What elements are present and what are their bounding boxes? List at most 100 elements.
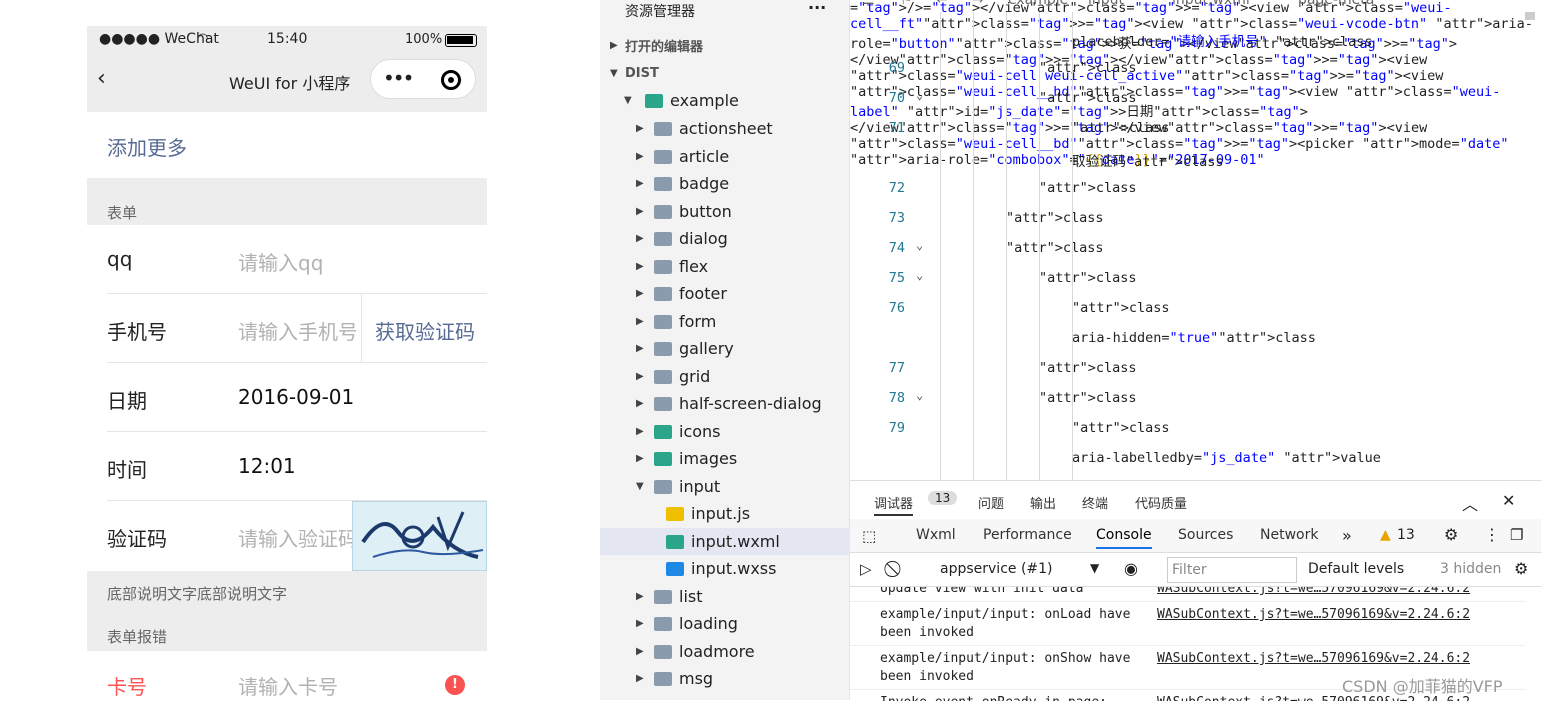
devtools-tab-network[interactable]: Network (1260, 527, 1318, 543)
tree-item-gallery[interactable]: ▶ gallery (600, 335, 850, 362)
tree-item-button[interactable]: ▶ button (600, 198, 850, 225)
back-icon[interactable]: ‹ (97, 66, 106, 91)
tree-item-input-wxss[interactable]: input.wxss (600, 555, 850, 582)
tree-item-dialog[interactable]: ▶ dialog (600, 225, 850, 252)
fold-icon[interactable]: ⌄ (916, 388, 923, 402)
eye-icon[interactable]: ◉ (1124, 559, 1138, 578)
context-select[interactable]: appservice (#1) (940, 561, 1053, 577)
code-line[interactable]: "attr">class (1039, 180, 1137, 196)
inspect-icon[interactable]: ⬚ (862, 527, 876, 545)
warning-count[interactable]: 13 (1397, 527, 1415, 543)
code-line[interactable]: "attr">class (1039, 90, 1137, 106)
get-vcode-button[interactable]: 获取验证码 (375, 316, 475, 345)
folder-icon (654, 644, 672, 659)
code-line[interactable]: aria-hidden="true""attr">class (1072, 330, 1316, 346)
tree-item-flex[interactable]: ▶ flex (600, 253, 850, 280)
code-line[interactable]: "attr">class (1006, 210, 1104, 226)
code-line[interactable]: "attr">class (1006, 240, 1104, 256)
captcha-input[interactable]: 请输入验证码 (238, 523, 352, 552)
code-line[interactable]: "attr">class (1039, 270, 1137, 286)
panel-tab[interactable]: 代码质量 (1135, 493, 1187, 512)
devtools-tab-wxml[interactable]: Wxml (916, 527, 956, 543)
breadcrumb-input[interactable]: input (1088, 0, 1124, 8)
devtools-tab-console[interactable]: Console (1096, 527, 1152, 549)
code-line[interactable]: "attr">class (1039, 60, 1137, 76)
add-more-cell[interactable]: 添加更多 (87, 112, 487, 178)
tree-item-footer[interactable]: ▶ footer (600, 280, 850, 307)
qq-input[interactable]: 请输入qq (238, 247, 323, 276)
close-icon[interactable]: ✕ (1502, 491, 1515, 510)
levels-select[interactable]: Default levels (1308, 561, 1404, 577)
tree-item-form[interactable]: ▶ form (600, 308, 850, 335)
back-arrow-icon[interactable]: ← (936, 0, 948, 8)
open-editors-section[interactable]: ▶ 打开的编辑器 (600, 32, 850, 59)
tree-item-icons[interactable]: ▶ icons (600, 418, 850, 445)
code-line[interactable]: "attr">class (1072, 420, 1170, 436)
fold-icon[interactable]: ⌄ (916, 268, 923, 282)
panel-tab[interactable]: 终端 (1082, 493, 1108, 512)
add-more-link[interactable]: 添加更多 (107, 132, 187, 161)
settings-icon[interactable]: ⚙ (1444, 525, 1458, 544)
more-tabs-icon[interactable]: » (1342, 526, 1352, 545)
tree-item-grid[interactable]: ▶ grid (600, 363, 850, 390)
dist-section[interactable]: ▼ DIST (600, 60, 850, 87)
tree-item-msg[interactable]: ▶ msg (600, 665, 850, 692)
log-source-link[interactable]: WASubContext.js?t=we…57096169&v=2.24.6:2 (1157, 587, 1470, 596)
tree-item-input[interactable]: ▼ input (600, 473, 850, 500)
code-line[interactable]: "attr">class (1039, 360, 1137, 376)
tree-item-badge[interactable]: ▶ badge (600, 170, 850, 197)
close-mini-program-icon[interactable] (441, 70, 461, 90)
filter-input[interactable]: Filter (1167, 557, 1297, 583)
tree-item-actionsheet[interactable]: ▶ actionsheet (600, 115, 850, 142)
fold-icon[interactable]: ⌄ (916, 238, 923, 252)
panel-tab[interactable]: 调试器 (874, 493, 914, 516)
fold-icon[interactable]: ⌄ (916, 88, 923, 102)
kebab-icon[interactable]: ⋮ (1484, 525, 1500, 544)
collapse-icon[interactable]: ︿ (1462, 491, 1478, 515)
time-cell[interactable]: 时间 12:01 (87, 432, 487, 500)
code-line[interactable]: "attr">class (1072, 120, 1170, 136)
tree-item-loading[interactable]: ▶ loading (600, 610, 850, 637)
tree-label: gallery (679, 339, 734, 358)
tree-item-article[interactable]: ▶ article (600, 143, 850, 170)
breadcrumb-example[interactable]: example (1008, 0, 1068, 8)
tree-item-images[interactable]: ▶ images (600, 445, 850, 472)
card-input[interactable]: 请输入卡号 (238, 671, 338, 700)
code-line[interactable]: placeholder="请输入手机号" "attr">class (1072, 30, 1373, 50)
scrollbar-thumb[interactable] (1525, 12, 1535, 20)
phone-input[interactable]: 请输入手机号 (238, 316, 356, 345)
panel-tab[interactable]: 问题 (978, 493, 1004, 512)
tree-item-input-js[interactable]: input.js (600, 500, 850, 527)
tree-item-input-wxml[interactable]: input.wxml (600, 527, 850, 555)
tree-item-example[interactable]: ▼ example (600, 87, 850, 114)
tree-label: input (679, 476, 721, 496)
code-line[interactable]: "attr">class (1039, 390, 1137, 406)
dock-icon[interactable]: ❐ (1510, 526, 1523, 544)
console-settings-icon[interactable]: ⚙ (1514, 559, 1528, 578)
tree-item-list[interactable]: ▶ list (600, 583, 850, 610)
panel-tab[interactable]: 输出 (1030, 493, 1056, 512)
breadcrumb-symbol[interactable]: page-meta (1298, 0, 1374, 8)
devtools-tab-sources[interactable]: Sources (1178, 527, 1233, 543)
breadcrumb-file[interactable]: input.wxml (1172, 0, 1250, 8)
code-line[interactable]: "attr">class (1072, 300, 1170, 316)
code-line[interactable]: 取验证码"attr">class (1072, 150, 1224, 170)
dropdown-icon[interactable]: ▼ (1090, 561, 1099, 575)
more-icon[interactable]: ••• (383, 66, 414, 90)
list-icon[interactable]: ☰ (862, 0, 875, 8)
code-line[interactable]: aria-labelledby="js_date" "attr">value (1072, 450, 1381, 466)
date-picker[interactable]: 2016-09-01 (238, 385, 354, 409)
bookmark-icon[interactable]: ⚐ (900, 0, 913, 8)
devtools-tab-performance[interactable]: Performance (983, 527, 1072, 543)
wifi-icon: ◠ (197, 31, 209, 46)
more-actions-icon[interactable]: ··· (808, 0, 826, 17)
tree-item-loadmore[interactable]: ▶ loadmore (600, 638, 850, 665)
captcha-image[interactable] (352, 501, 487, 571)
log-source-link[interactable]: WASubContext.js?t=we…57096169&v=2.24.6:2 (1157, 651, 1470, 666)
log-source-link[interactable]: WASubContext.js?t=we…57096169&v=2.24.6:2 (1157, 607, 1470, 622)
forward-arrow-icon[interactable]: → (972, 0, 984, 8)
time-picker[interactable]: 12:01 (238, 454, 296, 478)
date-cell[interactable]: 日期 2016-09-01 (87, 363, 487, 431)
sidebar-toggle-icon[interactable]: ▷ (860, 560, 872, 578)
tree-item-half-screen-dialog[interactable]: ▶ half-screen-dialog (600, 390, 850, 417)
